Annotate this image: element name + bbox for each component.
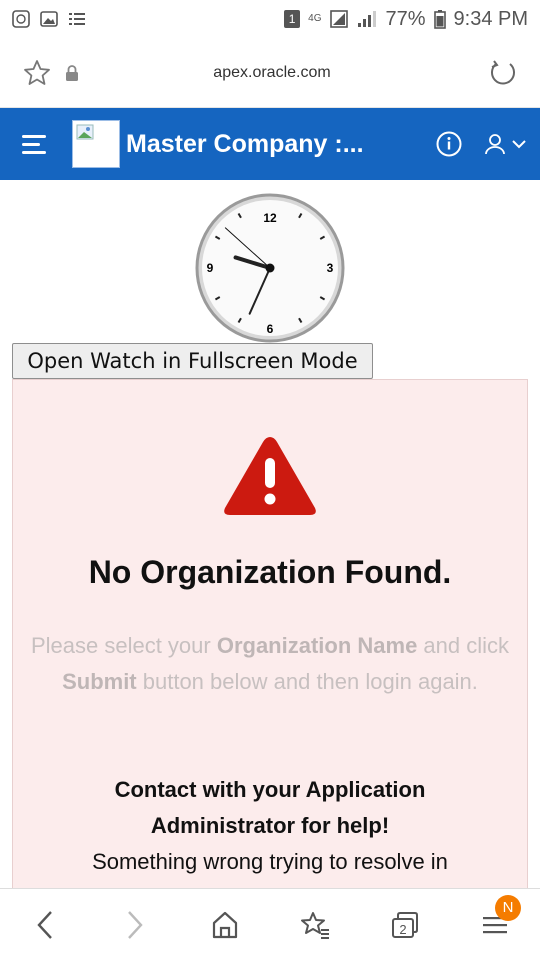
main-content: 12 3 6 9 Open Watch in Fullscreen Mode N… bbox=[0, 180, 540, 888]
contact-line-3: Something wrong trying to resolve in bbox=[92, 849, 448, 874]
notification-icons bbox=[12, 10, 86, 28]
clock-number-3: 3 bbox=[327, 261, 334, 275]
chevron-right-icon bbox=[128, 910, 143, 939]
organization-name-text: Organization Name bbox=[216, 633, 418, 658]
fullscreen-watch-button[interactable]: Open Watch in Fullscreen Mode bbox=[12, 343, 373, 379]
clock-number-6: 6 bbox=[267, 322, 274, 336]
contact-message: Contact with your Application Administra… bbox=[13, 772, 527, 880]
broken-image-icon bbox=[76, 124, 94, 140]
wifi-icon bbox=[330, 10, 349, 28]
tabs-button[interactable]: 2 bbox=[385, 905, 425, 945]
network-type: 4G bbox=[308, 13, 322, 24]
no-organization-alert: No Organization Found. Please select you… bbox=[12, 379, 528, 888]
system-status: 1 4G 77% 9:34 PM bbox=[284, 8, 528, 31]
app-header: Master Company :... bbox=[0, 108, 540, 180]
battery-icon bbox=[433, 10, 446, 29]
gallery-icon bbox=[40, 11, 58, 27]
bookmarks-button[interactable] bbox=[295, 905, 335, 945]
sim-icon: 1 bbox=[284, 10, 301, 28]
list-icon bbox=[69, 13, 85, 25]
browser-menu-button[interactable]: N bbox=[475, 894, 521, 945]
back-button[interactable] bbox=[25, 905, 65, 945]
submit-text: Submit bbox=[62, 669, 137, 694]
home-icon bbox=[212, 911, 238, 938]
info-icon[interactable] bbox=[436, 131, 462, 157]
bookmark-star-icon[interactable] bbox=[22, 58, 52, 88]
clock-number-12: 12 bbox=[263, 211, 277, 225]
browser-bottom-bar: 2 N bbox=[0, 888, 540, 960]
menu-icon[interactable] bbox=[22, 134, 48, 154]
notification-badge: N bbox=[495, 894, 521, 921]
lock-icon bbox=[66, 64, 78, 81]
app-title: Master Company :... bbox=[126, 129, 364, 158]
tab-count: 2 bbox=[399, 922, 406, 937]
url-text[interactable]: apex.oracle.com bbox=[80, 64, 464, 82]
user-menu[interactable] bbox=[484, 133, 526, 155]
browser-url-bar: apex.oracle.com bbox=[0, 38, 540, 108]
user-icon bbox=[485, 134, 505, 155]
bookmarks-star-icon bbox=[301, 911, 329, 939]
signal-icon bbox=[358, 11, 377, 27]
home-button[interactable] bbox=[205, 905, 245, 945]
screenshot-icon bbox=[12, 10, 30, 28]
clock-time: 9:34 PM bbox=[453, 7, 528, 30]
clock-number-9: 9 bbox=[207, 261, 214, 275]
tabs-icon: 2 bbox=[392, 911, 418, 938]
company-logo bbox=[72, 120, 120, 168]
contact-line-1: Contact with your Application bbox=[114, 777, 426, 802]
alert-heading: No Organization Found. bbox=[88, 554, 452, 590]
analog-clock: 12 3 6 9 bbox=[195, 193, 345, 343]
battery-percent: 77% bbox=[385, 7, 426, 30]
contact-line-2: Administrator for help! bbox=[150, 813, 390, 838]
warning-icon bbox=[224, 437, 316, 515]
reload-icon[interactable] bbox=[488, 58, 518, 88]
forward-button[interactable] bbox=[115, 905, 155, 945]
instruction-text: Please select your Organization Name and… bbox=[30, 633, 510, 694]
chevron-down-icon bbox=[512, 140, 526, 149]
status-bar: 1 4G 77% 9:34 PM bbox=[0, 0, 540, 38]
chevron-left-icon bbox=[37, 910, 52, 939]
